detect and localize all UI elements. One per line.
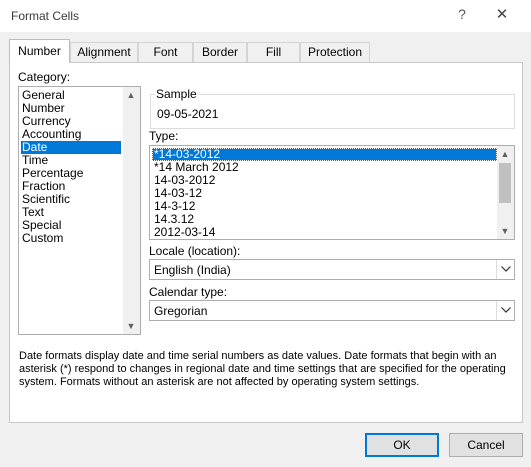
chevron-up-icon[interactable]: ▲ — [497, 146, 513, 162]
category-scrollbar[interactable]: ▲ ▼ — [123, 87, 140, 334]
category-listbox[interactable]: General Number Currency Accounting Date … — [18, 86, 141, 335]
type-item[interactable]: 14-3-12 — [152, 200, 497, 213]
format-description: Date formats display date and time seria… — [19, 350, 506, 388]
locale-dropdown[interactable]: English (India) — [149, 259, 515, 280]
scroll-thumb[interactable] — [499, 163, 511, 203]
type-item[interactable]: 2012-03-14 — [152, 226, 497, 239]
chevron-down-icon[interactable] — [496, 301, 514, 320]
help-button[interactable]: ? — [450, 6, 474, 26]
type-item[interactable]: 14-03-2012 — [152, 174, 497, 187]
locale-value: English (India) — [154, 263, 231, 277]
type-label: Type: — [149, 129, 179, 143]
locale-label: Locale (location): — [149, 244, 241, 258]
category-label: Category: — [18, 70, 71, 84]
tab-border[interactable]: Border — [193, 42, 247, 62]
type-scrollbar[interactable]: ▲ ▼ — [497, 146, 514, 239]
type-item[interactable]: 14-03-12 — [152, 187, 497, 200]
type-listbox[interactable]: *14-03-2012 *14 March 2012 14-03-2012 14… — [149, 145, 515, 240]
tab-font[interactable]: Font — [138, 42, 193, 62]
category-item-custom[interactable]: Custom — [21, 232, 121, 245]
ok-button[interactable]: OK — [365, 433, 439, 457]
chevron-down-icon[interactable] — [496, 260, 514, 279]
calendar-type-dropdown[interactable]: Gregorian — [149, 300, 515, 321]
tab-protection[interactable]: Protection — [300, 42, 370, 62]
window-title: Format Cells — [11, 9, 80, 23]
chevron-down-icon[interactable]: ▼ — [497, 223, 513, 239]
chevron-up-icon[interactable]: ▲ — [123, 87, 139, 103]
chevron-down-icon[interactable]: ▼ — [123, 318, 139, 334]
tab-number[interactable]: Number — [9, 39, 70, 63]
calendar-type-value: Gregorian — [154, 304, 208, 318]
close-button[interactable]: ✕ — [488, 5, 516, 27]
tab-alignment[interactable]: Alignment — [70, 42, 138, 62]
cancel-button[interactable]: Cancel — [449, 433, 523, 457]
sample-value: 09-05-2021 — [157, 107, 219, 121]
sample-label: Sample — [155, 87, 198, 101]
calendar-type-label: Calendar type: — [149, 285, 228, 299]
tab-fill[interactable]: Fill — [247, 42, 300, 62]
